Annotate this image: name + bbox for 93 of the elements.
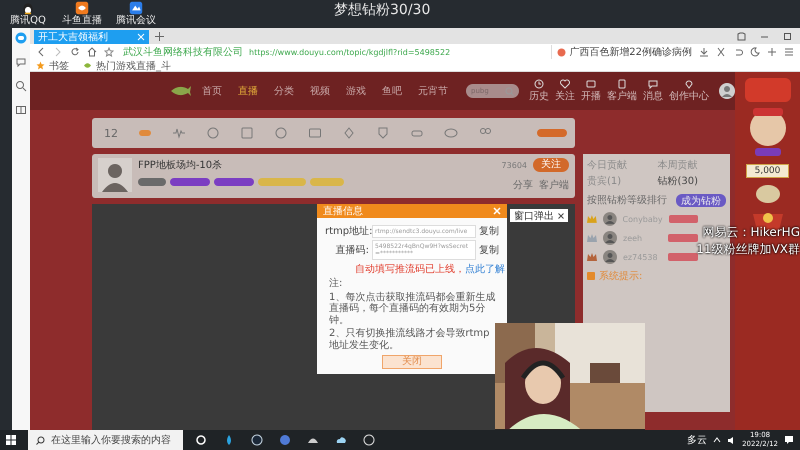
room-tag[interactable] xyxy=(170,178,210,186)
desktop-icon-label[interactable]: 腾讯QQ xyxy=(10,15,46,26)
note-text: 2、只有切换推流线路才会导致rtmp地址发生变化。 xyxy=(328,328,490,351)
level-badge xyxy=(668,234,698,242)
bookmark-link[interactable]: 书签 xyxy=(49,58,69,72)
virus-icon xyxy=(557,48,566,56)
client-link[interactable]: 客户端 xyxy=(539,178,569,192)
follow-button[interactable]: 关注 xyxy=(533,158,569,172)
stream-overlay-title: 梦想钻粉30/30 xyxy=(334,1,430,19)
avatar-icon xyxy=(98,158,132,192)
address-field[interactable]: 武汉斗鱼网络科技有限公司 https://www.douyu.com/topic/kgdjlfl?rid=5498522 xyxy=(121,45,544,59)
header-action[interactable]: 客户端 xyxy=(607,79,637,103)
globe-icon[interactable] xyxy=(279,434,291,446)
moon-icon[interactable] xyxy=(750,47,760,57)
phone-icon xyxy=(617,79,627,89)
penguin-icon[interactable] xyxy=(21,1,35,15)
room-tag[interactable] xyxy=(214,178,254,186)
browser-search-field[interactable]: 广西百色新增22例确诊病例 xyxy=(551,45,692,59)
level-badge xyxy=(668,253,698,261)
heart-icon xyxy=(560,79,570,89)
note-text: 1、每次点击获取推流码都会重新生成直播码，每个直播码的有效期为5分钟。 xyxy=(328,292,496,326)
menu-icon[interactable] xyxy=(784,47,794,57)
follower-count: 73604 xyxy=(502,160,527,170)
join-button[interactable]: 成为钻粉 xyxy=(676,194,726,206)
desktop-icon-label[interactable]: 斗鱼直播 xyxy=(62,15,102,26)
back-icon[interactable] xyxy=(36,47,46,57)
nav-link[interactable]: 视频 xyxy=(310,84,330,98)
weather-text[interactable]: 多云 xyxy=(687,433,708,447)
nav-link[interactable]: 分类 xyxy=(274,84,294,98)
score-count: 12 xyxy=(104,126,118,140)
copy-link[interactable]: 复制 xyxy=(479,224,499,238)
star-icon[interactable] xyxy=(104,47,114,57)
plus-icon[interactable] xyxy=(155,32,164,41)
chat-icon xyxy=(648,79,658,89)
header-action[interactable]: 历史 xyxy=(529,79,549,103)
header-action[interactable]: 开播 xyxy=(581,79,601,103)
nav-link[interactable]: 直播 xyxy=(238,84,258,98)
header-action[interactable]: 创作中心 xyxy=(669,79,709,103)
nav-link[interactable]: 游戏 xyxy=(346,84,366,98)
site-name: 武汉斗鱼网络科技有限公司 xyxy=(123,46,243,59)
room-title: FPP地板场均-10杀 xyxy=(138,158,224,172)
avatar-icon[interactable] xyxy=(719,83,735,99)
avatar-icon[interactable] xyxy=(603,250,617,264)
browser-tab[interactable]: 开工大吉领福利 xyxy=(34,30,149,44)
fish-logo-icon[interactable] xyxy=(170,84,192,98)
home-icon[interactable] xyxy=(87,47,97,57)
field-label: rtmp地址: xyxy=(325,224,369,238)
close-icon[interactable] xyxy=(558,212,564,218)
pin-icon xyxy=(684,79,694,89)
reload-icon[interactable] xyxy=(70,47,80,57)
ranking-heading: 按照钻粉等级排行 xyxy=(587,194,667,207)
avatar-icon[interactable] xyxy=(603,231,617,245)
shield-icon[interactable] xyxy=(376,126,390,140)
search-icon xyxy=(36,436,45,444)
chevron-icon[interactable] xyxy=(713,436,722,444)
taskbar-search-field[interactable]: 在这里输入你要搜索的内容 xyxy=(28,430,183,450)
windows-icon[interactable] xyxy=(6,435,16,445)
ranking-tab[interactable]: 钻粉(30) xyxy=(658,174,726,188)
nav-link[interactable]: 元宵节 xyxy=(418,84,448,98)
circle-icon[interactable] xyxy=(195,434,207,446)
notice-title: 系统提示: xyxy=(599,270,642,283)
notification-icon[interactable] xyxy=(784,435,794,445)
header-action[interactable]: 消息 xyxy=(643,79,663,103)
waveform-icon[interactable] xyxy=(172,126,186,140)
room-tag[interactable] xyxy=(138,178,166,186)
chat-icon[interactable] xyxy=(15,32,27,44)
copy-link[interactable]: 复制 xyxy=(479,243,499,257)
url-text: https://www.douyu.com/topic/kgdjlfl?rid=5498522 xyxy=(249,48,450,56)
checklist-icon[interactable] xyxy=(240,126,254,140)
diamond-icon[interactable] xyxy=(342,126,356,140)
dialog-title: 直播信息 xyxy=(323,204,363,218)
popout-button[interactable]: 窗口弹出 xyxy=(510,209,568,222)
amount-label: 5,000 xyxy=(746,164,790,178)
field-label: 直播码: xyxy=(334,244,369,257)
nav-link[interactable]: 首页 xyxy=(202,84,222,98)
nav-link[interactable]: 鱼吧 xyxy=(382,84,402,98)
coin-icon xyxy=(754,184,780,204)
header-action[interactable]: 关注 xyxy=(555,79,575,103)
share-link[interactable]: 分享 xyxy=(513,178,533,192)
note-text: 注: xyxy=(328,278,344,290)
star-icon[interactable] xyxy=(36,61,45,70)
bookmark-link[interactable]: 热门游戏直播_斗 xyxy=(96,58,171,72)
level-badge xyxy=(668,215,698,223)
maximize-icon[interactable] xyxy=(783,32,792,41)
avatar-icon[interactable] xyxy=(602,212,617,226)
desktop-icon-label[interactable]: 腾讯会议 xyxy=(116,15,156,26)
search-icon[interactable] xyxy=(15,80,27,92)
learn-more-link[interactable]: 点此了解 xyxy=(465,264,505,275)
book-icon[interactable] xyxy=(15,104,27,116)
download-icon[interactable] xyxy=(699,47,709,57)
chat-icon[interactable] xyxy=(15,56,27,68)
screen-icon xyxy=(586,79,596,89)
plus-icon[interactable] xyxy=(767,47,777,57)
